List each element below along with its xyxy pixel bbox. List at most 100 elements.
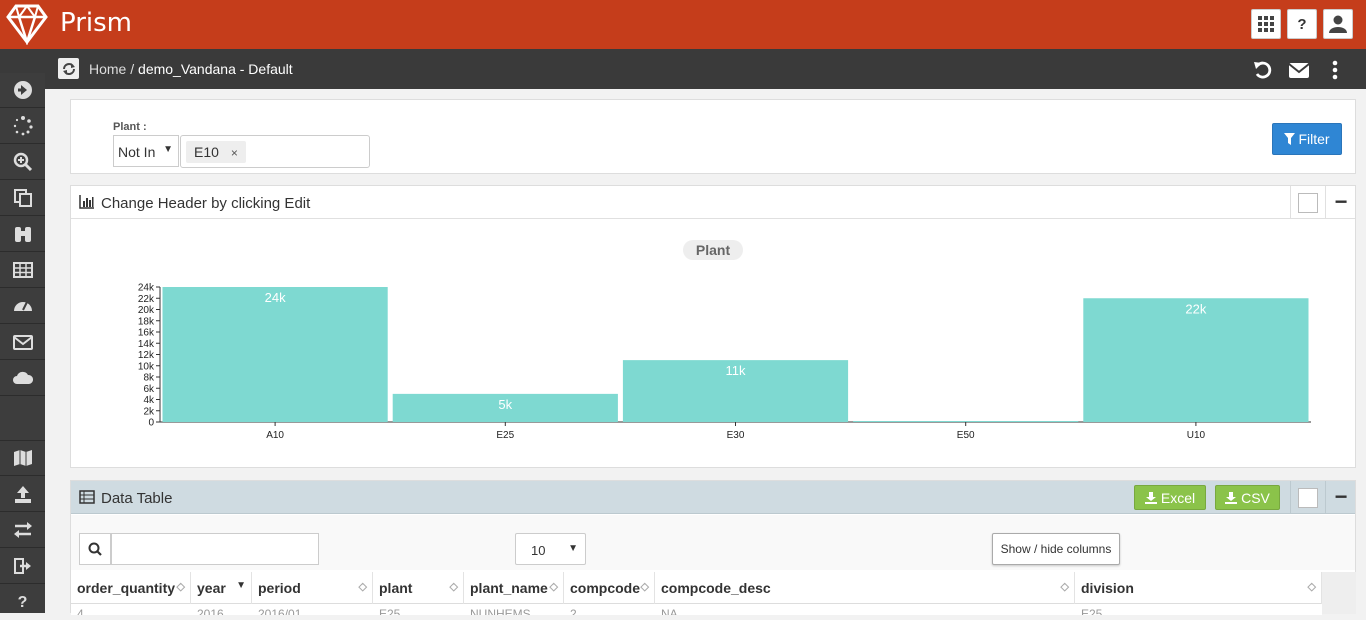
column-header-period[interactable]: period ◇ [252, 572, 373, 604]
table-cell: 4 [77, 607, 84, 615]
sort-icon[interactable]: ◇ [550, 580, 558, 593]
refresh-button[interactable] [58, 58, 79, 79]
column-header-plant[interactable]: plant ◇ [373, 572, 464, 604]
download-icon [1144, 491, 1157, 504]
table-cell: NA [661, 607, 678, 615]
table-panel-header: Data Table Excel CSV − [71, 481, 1355, 514]
data-label: 22k [1185, 301, 1206, 316]
column-header-order-quantity[interactable]: order_quantity ◇ [71, 572, 191, 604]
prism-logo-icon[interactable] [4, 3, 50, 45]
sort-icon[interactable]: ◇ [1061, 580, 1069, 593]
y-tick-label: 2k [143, 406, 155, 417]
table-row[interactable]: 4 2016 2016/01 E25 NUNHEMS 2 NA E25 [71, 605, 1322, 615]
sidebar-item-logout[interactable] [0, 549, 45, 584]
collapse-chart-button[interactable]: − [1326, 187, 1356, 217]
sidebar-item-transfer[interactable] [0, 513, 45, 548]
binoculars-icon [14, 227, 31, 242]
plant-values-input[interactable]: E10 × [180, 135, 370, 168]
copy-icon [13, 189, 32, 207]
zoom-in-icon [13, 152, 32, 172]
sort-icon[interactable]: ◇ [1308, 580, 1316, 593]
map-icon [13, 450, 32, 466]
sidebar-item-zoom[interactable] [0, 145, 45, 180]
vertical-scrollbar[interactable] [1322, 572, 1356, 614]
expand-checkbox[interactable] [1298, 488, 1318, 508]
question-icon: ? [17, 593, 28, 611]
user-menu-button[interactable] [1323, 9, 1353, 39]
refresh-icon [62, 62, 75, 75]
data-label: 11k [726, 363, 746, 378]
sort-desc-icon[interactable]: ▼ [236, 580, 246, 591]
undo-icon[interactable] [1252, 59, 1274, 81]
search-button[interactable] [79, 533, 111, 565]
expand-checkbox[interactable] [1298, 193, 1318, 213]
bar-e50 [853, 421, 1079, 422]
table-cell: E25 [1081, 607, 1103, 615]
export-excel-label: Excel [1160, 489, 1196, 506]
more-vertical-icon[interactable] [1324, 59, 1346, 81]
sidebar-item-explore[interactable] [0, 217, 45, 252]
chart-panel: Change Header by clicking Edit − Plant 0… [70, 185, 1356, 468]
column-header-label: compcode [570, 580, 641, 596]
plant-filter-label: Plant : [113, 121, 147, 133]
filter-button[interactable]: Filter [1272, 123, 1342, 155]
column-header-label: period [258, 580, 301, 596]
column-header-plant-name[interactable]: plant_name ◇ [464, 572, 564, 604]
table-icon [79, 490, 95, 504]
sidebar-item-loading[interactable] [0, 109, 45, 144]
filter-tag: E10 × [186, 141, 246, 163]
grid-icon [1258, 16, 1274, 32]
remove-tag-icon[interactable]: × [231, 146, 238, 160]
column-header-compcode-desc[interactable]: compcode_desc ◇ [655, 572, 1075, 604]
sidebar-item-table[interactable] [0, 253, 45, 288]
breadcrumb-home[interactable]: Home [89, 61, 126, 77]
mail-icon[interactable] [1288, 59, 1310, 81]
sort-icon[interactable]: ◇ [641, 580, 649, 593]
sort-icon[interactable]: ◇ [177, 580, 185, 593]
sidebar-item-dashboard[interactable] [0, 289, 45, 324]
chart-panel-title[interactable]: Change Header by clicking Edit [101, 195, 310, 212]
export-excel-button[interactable]: Excel [1134, 485, 1206, 510]
table-icon [12, 262, 33, 278]
table-cell: NUNHEMS [470, 607, 531, 615]
column-header-year[interactable]: year ▼ [191, 572, 252, 604]
y-tick-label: 10k [138, 361, 155, 372]
y-tick-label: 16k [138, 328, 155, 339]
upload-icon [14, 486, 31, 503]
sort-icon[interactable]: ◇ [359, 580, 367, 593]
table-toolbar: 10 ▼ Show / hide columns [71, 515, 1355, 570]
breadcrumb: Home / demo_Vandana - Default [89, 61, 293, 77]
operator-select[interactable]: Not In ▼ [113, 135, 179, 167]
help-button[interactable]: ? [1287, 9, 1317, 39]
export-csv-button[interactable]: CSV [1215, 485, 1280, 510]
sidebar-item-upload[interactable] [0, 477, 45, 512]
user-icon [1329, 15, 1347, 33]
column-header-label: compcode_desc [661, 580, 771, 596]
chart-title: Plant [683, 240, 743, 260]
table-cell: 2 [570, 607, 577, 615]
column-header-division[interactable]: division ◇ [1075, 572, 1322, 604]
sort-icon[interactable]: ◇ [450, 580, 458, 593]
funnel-icon [1284, 133, 1296, 145]
page-size-value: 10 [531, 543, 546, 558]
y-tick-label: 18k [138, 316, 155, 327]
sidebar-item-copy[interactable] [0, 181, 45, 216]
sidebar-item-map[interactable] [0, 441, 45, 476]
spinner-icon [13, 116, 33, 136]
column-header-compcode[interactable]: compcode ◇ [564, 572, 655, 604]
collapse-table-button[interactable]: − [1326, 482, 1356, 512]
sidebar-expand-button[interactable] [0, 73, 45, 108]
table-search-input[interactable] [111, 533, 319, 565]
page-size-select[interactable]: 10 ▼ [515, 533, 586, 565]
header-divider [1290, 481, 1291, 514]
download-icon [1225, 491, 1238, 504]
breadcrumb-separator: / [130, 61, 135, 77]
sidebar-item-help[interactable]: ? [0, 585, 45, 620]
sidebar-item-cloud[interactable] [0, 361, 45, 396]
y-tick-label: 0 [148, 418, 154, 429]
apps-grid-button[interactable] [1251, 9, 1281, 39]
table-cell: E25 [379, 607, 401, 615]
sidebar-item-messages[interactable] [0, 325, 45, 360]
y-tick-label: 14k [138, 339, 155, 350]
show-hide-columns-button[interactable]: Show / hide columns [992, 533, 1120, 565]
